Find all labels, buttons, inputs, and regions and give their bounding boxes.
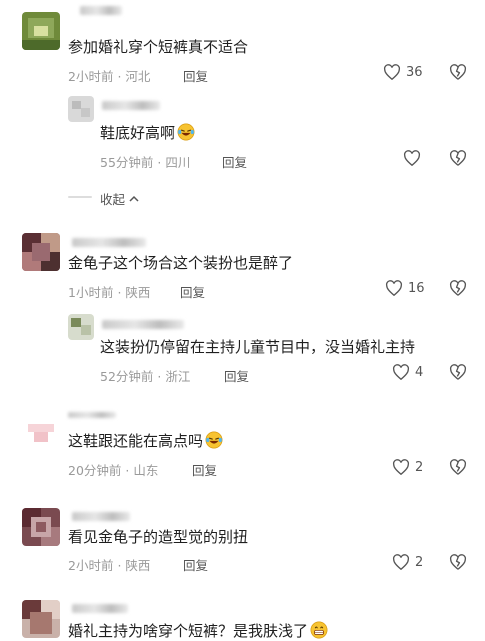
collapse-label: 收起 xyxy=(100,192,126,207)
comment-meta: 20分钟前 · 山东 xyxy=(68,463,159,478)
broken-heart-icon xyxy=(450,459,466,475)
like-count: 2 xyxy=(415,459,424,475)
reply-button[interactable]: 回复 xyxy=(192,460,217,479)
reply-button[interactable]: 回复 xyxy=(183,555,208,574)
dislike-button[interactable] xyxy=(449,280,467,296)
like-button[interactable]: 4 xyxy=(392,364,423,380)
broken-heart-icon xyxy=(450,364,466,380)
like-count: 4 xyxy=(415,364,424,380)
reply-button[interactable]: 回复 xyxy=(222,152,247,171)
reply-button[interactable]: 回复 xyxy=(224,366,249,385)
username-blurred[interactable] xyxy=(72,604,128,613)
avatar[interactable] xyxy=(22,416,60,454)
username-blurred[interactable] xyxy=(72,512,130,521)
avatar[interactable] xyxy=(22,600,60,638)
comment-text: 看见金龟子的造型觉的别扭 xyxy=(68,528,249,546)
comment-meta: 1小时前 · 陕西 xyxy=(68,285,151,300)
like-count: 2 xyxy=(415,554,424,570)
username-blurred[interactable] xyxy=(68,412,116,418)
dislike-button[interactable] xyxy=(449,364,467,380)
comment-meta: 55分钟前 · 四川 xyxy=(100,155,191,170)
comment-text: 这装扮仍停留在主持儿童节目中，没当婚礼主持 xyxy=(100,338,416,356)
avatar[interactable] xyxy=(68,96,94,122)
like-button[interactable] xyxy=(403,150,426,166)
divider-line xyxy=(68,196,92,198)
avatar[interactable] xyxy=(22,508,60,546)
heart-icon xyxy=(386,280,402,296)
avatar[interactable] xyxy=(22,12,60,50)
like-button[interactable]: 2 xyxy=(392,554,423,570)
dislike-button[interactable] xyxy=(449,554,467,570)
laugh-cry-emoji xyxy=(205,431,223,449)
laugh-cry-emoji xyxy=(177,123,195,141)
username-blurred[interactable] xyxy=(102,320,184,329)
comment-text: 鞋底好高啊 xyxy=(100,122,195,143)
comment-meta: 2小时前 · 陕西 xyxy=(68,558,151,573)
comment-meta: 52分钟前 · 浙江 xyxy=(100,369,191,384)
like-count: 16 xyxy=(408,280,425,296)
grin-emoji xyxy=(310,621,328,639)
broken-heart-icon xyxy=(450,280,466,296)
reply-button[interactable]: 回复 xyxy=(183,66,208,85)
heart-icon xyxy=(393,459,409,475)
username-blurred[interactable] xyxy=(80,6,122,15)
broken-heart-icon xyxy=(450,554,466,570)
comment-meta: 2小时前 · 河北 xyxy=(68,69,151,84)
broken-heart-icon xyxy=(450,64,466,80)
heart-icon xyxy=(404,150,420,166)
like-count: 36 xyxy=(406,64,423,80)
like-button[interactable]: 16 xyxy=(385,280,425,296)
heart-icon xyxy=(393,364,409,380)
username-blurred[interactable] xyxy=(72,238,146,247)
dislike-button[interactable] xyxy=(449,64,467,80)
collapse-replies-button[interactable]: 收起 xyxy=(100,189,140,208)
chevron-up-icon xyxy=(129,195,139,202)
avatar[interactable] xyxy=(68,314,94,340)
dislike-button[interactable] xyxy=(449,459,467,475)
reply-button[interactable]: 回复 xyxy=(180,282,205,301)
username-blurred[interactable] xyxy=(102,101,160,110)
comment-text: 婚礼主持为啥穿个短裤？是我肤浅了 xyxy=(68,620,328,641)
heart-icon xyxy=(384,64,400,80)
dislike-button[interactable] xyxy=(449,150,467,166)
avatar[interactable] xyxy=(22,233,60,271)
like-button[interactable]: 2 xyxy=(392,459,423,475)
heart-icon xyxy=(393,554,409,570)
like-button[interactable]: 36 xyxy=(383,64,423,80)
comment-text: 参加婚礼穿个短裤真不适合 xyxy=(68,38,249,56)
comment-text: 这鞋跟还能在高点吗 xyxy=(68,430,223,451)
broken-heart-icon xyxy=(450,150,466,166)
comment-text: 金龟子这个场合这个装扮也是醉了 xyxy=(68,254,294,272)
